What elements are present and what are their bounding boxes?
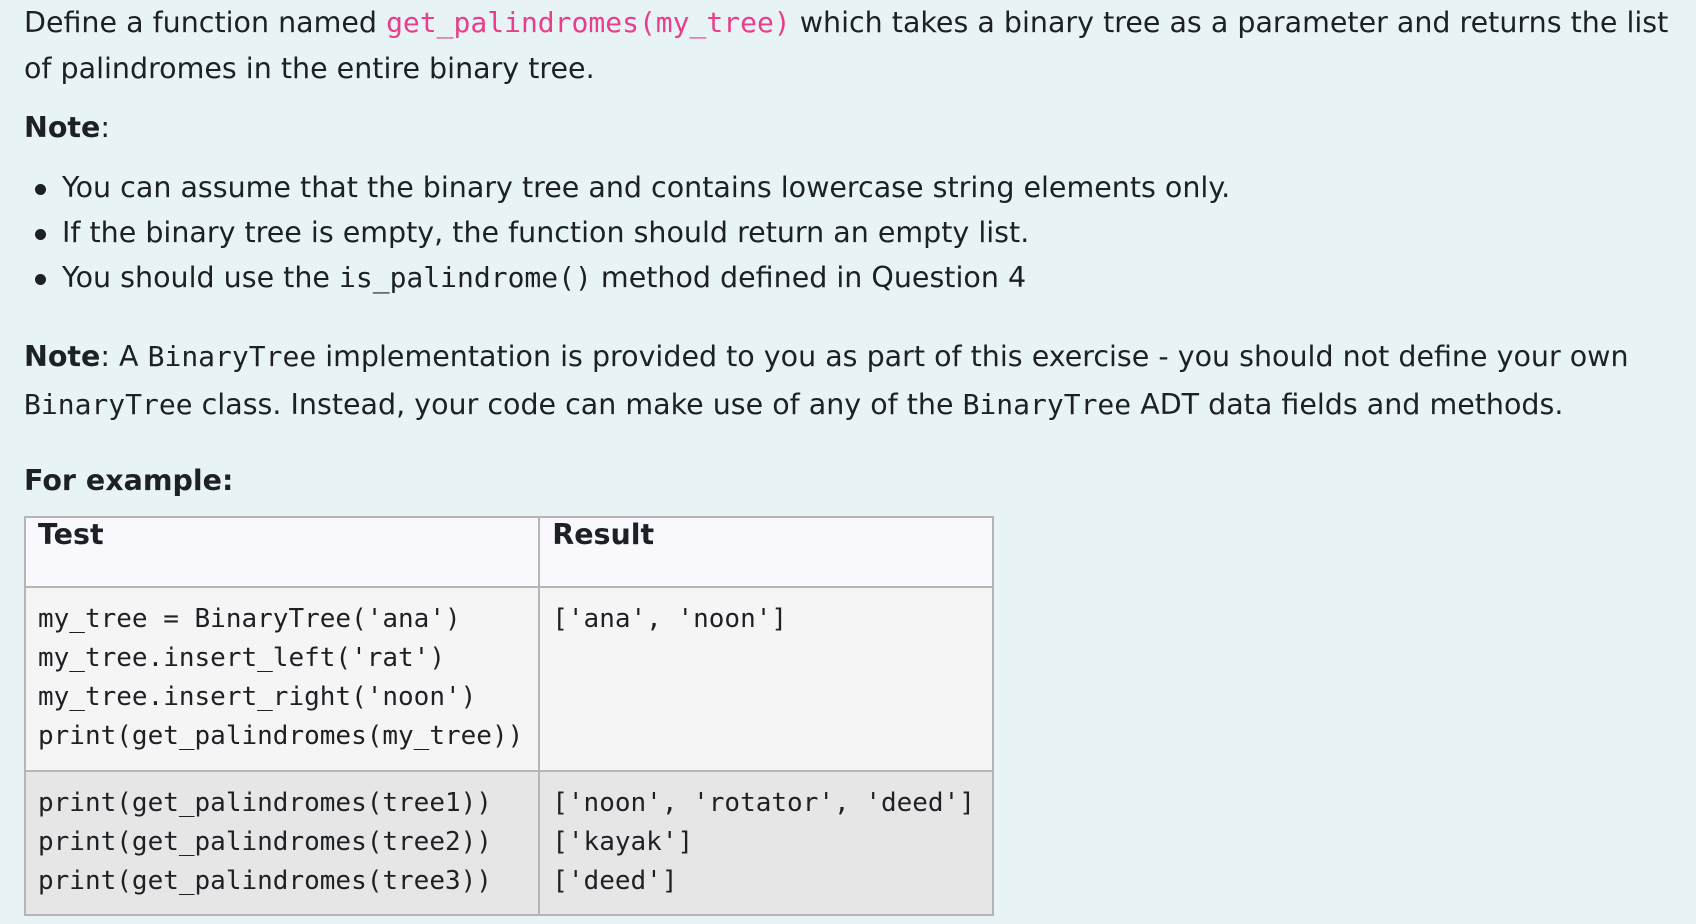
note2-text: class. Instead, your code can make use o…	[192, 388, 963, 421]
note-item-text: method defined in Question 4	[591, 261, 1027, 294]
note2-text: implementation is provided to you as par…	[316, 340, 1629, 373]
binarytree-code: BinaryTree	[24, 388, 193, 421]
note-item-empty-tree: If the binary tree is empty, the functio…	[24, 210, 1672, 255]
intro-prefix: Define a function named	[24, 6, 387, 39]
table-header-row: Test Result	[23, 515, 994, 588]
note2-text: ADT data fields and methods.	[1131, 388, 1564, 421]
note-item-lowercase: You can assume that the binary tree and …	[24, 165, 1672, 210]
test-code-cell: print(get_palindromes(tree1)) print(get_…	[23, 769, 541, 916]
note-heading: Note:	[24, 105, 1672, 151]
note-item-text: You can assume that the binary tree and …	[62, 171, 1231, 204]
result-cell: ['ana', 'noon']	[538, 585, 994, 772]
note-list: You can assume that the binary tree and …	[24, 165, 1672, 300]
binarytree-code: BinaryTree	[962, 388, 1132, 421]
function-name-code: get_palindromes(my_tree)	[386, 6, 791, 39]
note-colon: :	[100, 111, 110, 144]
note2-label: Note	[24, 340, 101, 373]
note2-text: : A	[100, 340, 148, 373]
question-content: Define a function named get_palindromes(…	[0, 0, 1696, 924]
note-item-text: If the binary tree is empty, the functio…	[62, 216, 1030, 249]
header-test: Test	[23, 515, 541, 588]
test-code-cell: my_tree = BinaryTree('ana') my_tree.inse…	[23, 585, 541, 772]
is-palindrome-code: is_palindrome()	[339, 261, 592, 294]
example-heading: For example:	[24, 463, 234, 497]
table-row: my_tree = BinaryTree('ana') my_tree.inse…	[23, 585, 994, 772]
binarytree-code: BinaryTree	[147, 340, 317, 373]
table-row: print(get_palindromes(tree1)) print(get_…	[23, 769, 994, 916]
note-item-is-palindrome: You should use the is_palindrome() metho…	[24, 255, 1672, 300]
note-label: Note	[24, 111, 101, 144]
examples-table: Test Result my_tree = BinaryTree('ana') …	[23, 515, 994, 916]
binarytree-note: Note: A BinaryTree implementation is pro…	[24, 333, 1672, 429]
result-cell: ['noon', 'rotator', 'deed'] ['kayak'] ['…	[538, 769, 994, 916]
header-result: Result	[538, 515, 994, 588]
question-intro: Define a function named get_palindromes(…	[24, 0, 1672, 92]
note-item-text: You should use the	[62, 261, 339, 294]
